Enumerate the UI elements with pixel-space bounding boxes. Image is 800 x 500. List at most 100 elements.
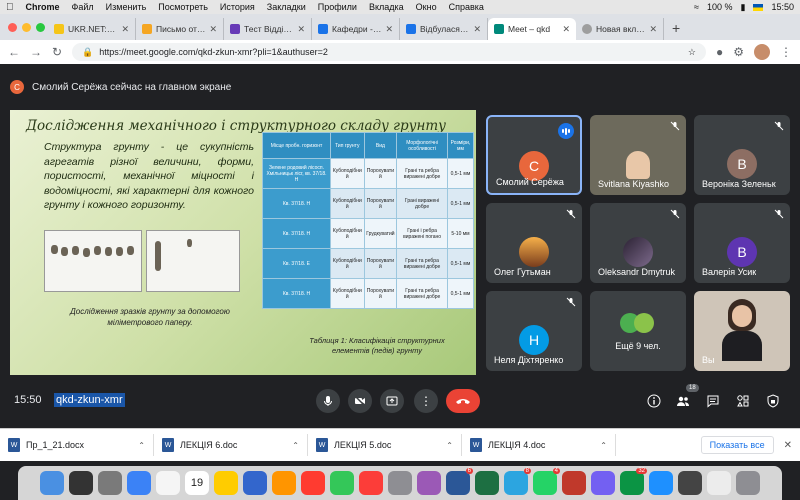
participant-tile[interactable]: Олег Гутьман [486, 203, 582, 283]
close-tab-icon[interactable]: ✕ [562, 24, 570, 35]
address-bar[interactable]: 🔒 https://meet.google.com/qkd-zkun-xmr?p… [72, 43, 706, 61]
menu-app-name[interactable]: Chrome [26, 2, 60, 12]
apple-icon[interactable]:  [6, 2, 14, 13]
tab-test[interactable]: Тест Відділ Хі ✕ [224, 18, 312, 40]
dock-app-icon[interactable] [475, 471, 499, 495]
dock-app-icon[interactable] [214, 471, 238, 495]
host-controls-button[interactable] [765, 393, 781, 409]
battery-icon[interactable]: ▮ [741, 2, 746, 13]
chevron-up-icon[interactable]: ⌃ [446, 441, 453, 450]
chevron-up-icon[interactable]: ⌃ [292, 441, 299, 450]
tab-new[interactable]: Новая вкладка✕ [576, 18, 664, 40]
dock-app-icon[interactable] [388, 471, 412, 495]
close-window-button[interactable] [8, 23, 17, 32]
forward-arrow-icon[interactable]: → [30, 45, 42, 59]
dock-app-icon[interactable] [417, 471, 441, 495]
download-item[interactable]: W Пр_1_21.docx ⌃ [8, 434, 154, 456]
menu-bookmarks[interactable]: Закладки [267, 2, 306, 12]
participant-tile[interactable]: В Вероніка Зеленьк [694, 115, 790, 195]
tab-ukrnet[interactable]: UKR.NET: Всі н✕ [48, 18, 136, 40]
camera-toggle-button[interactable] [348, 389, 372, 413]
dock-app-icon[interactable] [330, 471, 354, 495]
maximize-window-button[interactable] [36, 23, 45, 32]
show-all-downloads-button[interactable]: Показать все [700, 436, 774, 454]
dock-app-icon[interactable] [40, 471, 64, 495]
participant-tile[interactable]: В Валерія Усик [694, 203, 790, 283]
participant-tile[interactable]: Svitlana Kiyashko [590, 115, 686, 195]
dock-app-icon[interactable]: 6 [446, 468, 473, 495]
menu-file[interactable]: Файл [72, 2, 94, 12]
participant-tile[interactable]: Oleksandr Dmytruk [590, 203, 686, 283]
dock-app-icon[interactable] [678, 471, 702, 495]
chrome-menu-icon[interactable]: ⋮ [780, 45, 792, 59]
battery-percent[interactable]: 100 % [707, 2, 733, 12]
tab-departments[interactable]: Кафедри - БУВ✕ [312, 18, 400, 40]
dock-app-icon[interactable] [69, 471, 93, 495]
download-item[interactable]: W ЛЕКЦІЯ 4.doc ⌃ [470, 434, 616, 456]
new-tab-button[interactable]: + [664, 20, 688, 40]
participant-tile[interactable]: Н Неля Діхтяренко [486, 291, 582, 371]
profile-avatar[interactable] [754, 44, 770, 60]
menu-view[interactable]: Посмотреть [158, 2, 208, 12]
dock-app-icon[interactable]: 8 [504, 468, 531, 495]
chevron-up-icon[interactable]: ⌃ [600, 441, 607, 450]
present-screen-button[interactable] [380, 389, 404, 413]
dock-app-icon[interactable] [562, 471, 586, 495]
dock-app-icon[interactable] [98, 471, 122, 495]
dock-app-icon[interactable] [707, 471, 731, 495]
chevron-up-icon[interactable]: ⌃ [138, 441, 145, 450]
dock-app-icon[interactable] [591, 471, 615, 495]
dock-app-icon[interactable] [272, 471, 296, 495]
minimize-window-button[interactable] [22, 23, 31, 32]
download-item[interactable]: W ЛЕКЦІЯ 6.doc ⌃ [162, 434, 308, 456]
menu-edit[interactable]: Изменить [106, 2, 147, 12]
menu-help[interactable]: Справка [449, 2, 484, 12]
participants-button[interactable] [675, 393, 691, 409]
dock-app-icon[interactable]: 32 [620, 468, 647, 495]
close-shelf-icon[interactable]: ✕ [784, 440, 792, 451]
more-options-button[interactable]: ⋮ [414, 389, 438, 413]
chat-button[interactable] [705, 393, 721, 409]
dock-calendar-icon[interactable]: 19 [185, 471, 209, 495]
tab-news[interactable]: Відбулася студ✕ [400, 18, 488, 40]
dock-app-icon[interactable] [127, 471, 151, 495]
extensions-icon[interactable]: ⚙ [733, 45, 744, 59]
leave-call-button[interactable] [446, 389, 480, 413]
close-tab-icon[interactable]: ✕ [385, 24, 393, 35]
menu-window[interactable]: Окно [416, 2, 437, 12]
wifi-icon[interactable]: ≈ [694, 2, 699, 12]
meeting-code[interactable]: qkd-zkun-xmr [54, 393, 125, 407]
more-participants-tile[interactable]: Ещё 9 чел. [590, 291, 686, 371]
dock-app-icon[interactable]: 4 [533, 468, 560, 495]
camera-indicator-icon[interactable]: ● [716, 45, 723, 59]
flag-icon[interactable] [753, 3, 764, 11]
download-item[interactable]: W ЛЕКЦІЯ 5.doc ⌃ [316, 434, 462, 456]
mic-toggle-button[interactable] [316, 389, 340, 413]
self-view-tile[interactable]: Вы [694, 291, 790, 371]
meeting-info-button[interactable] [646, 393, 662, 409]
menu-tab[interactable]: Вкладка [369, 2, 404, 12]
close-tab-icon[interactable]: ✕ [209, 24, 217, 35]
dock-app-icon[interactable] [649, 471, 673, 495]
close-tab-icon[interactable]: ✕ [297, 24, 305, 35]
reload-icon[interactable]: ↻ [52, 45, 62, 59]
dock-app-icon[interactable] [359, 471, 383, 495]
participant-tile[interactable]: С Смолий Серёжа [486, 115, 582, 195]
back-arrow-icon[interactable]: ← [8, 45, 20, 59]
close-tab-icon[interactable]: ✕ [649, 24, 657, 35]
dock-app-icon[interactable] [736, 471, 760, 495]
close-tab-icon[interactable]: ✕ [121, 24, 129, 35]
dock-app-icon[interactable] [156, 471, 180, 495]
tab-mail[interactable]: Письмо отправ✕ [136, 18, 224, 40]
menu-history[interactable]: История [220, 2, 255, 12]
close-tab-icon[interactable]: ✕ [473, 24, 481, 35]
people-icon [677, 396, 689, 406]
menu-profiles[interactable]: Профили [318, 2, 357, 12]
tab-meet[interactable]: Meet – qkd ✕ [488, 18, 576, 40]
word-doc-icon: W [8, 438, 20, 452]
menu-clock[interactable]: 15:50 [771, 2, 794, 12]
activities-button[interactable] [735, 393, 751, 409]
dock-app-icon[interactable] [243, 471, 267, 495]
dock-app-icon[interactable] [301, 471, 325, 495]
star-icon[interactable]: ☆ [688, 47, 696, 58]
